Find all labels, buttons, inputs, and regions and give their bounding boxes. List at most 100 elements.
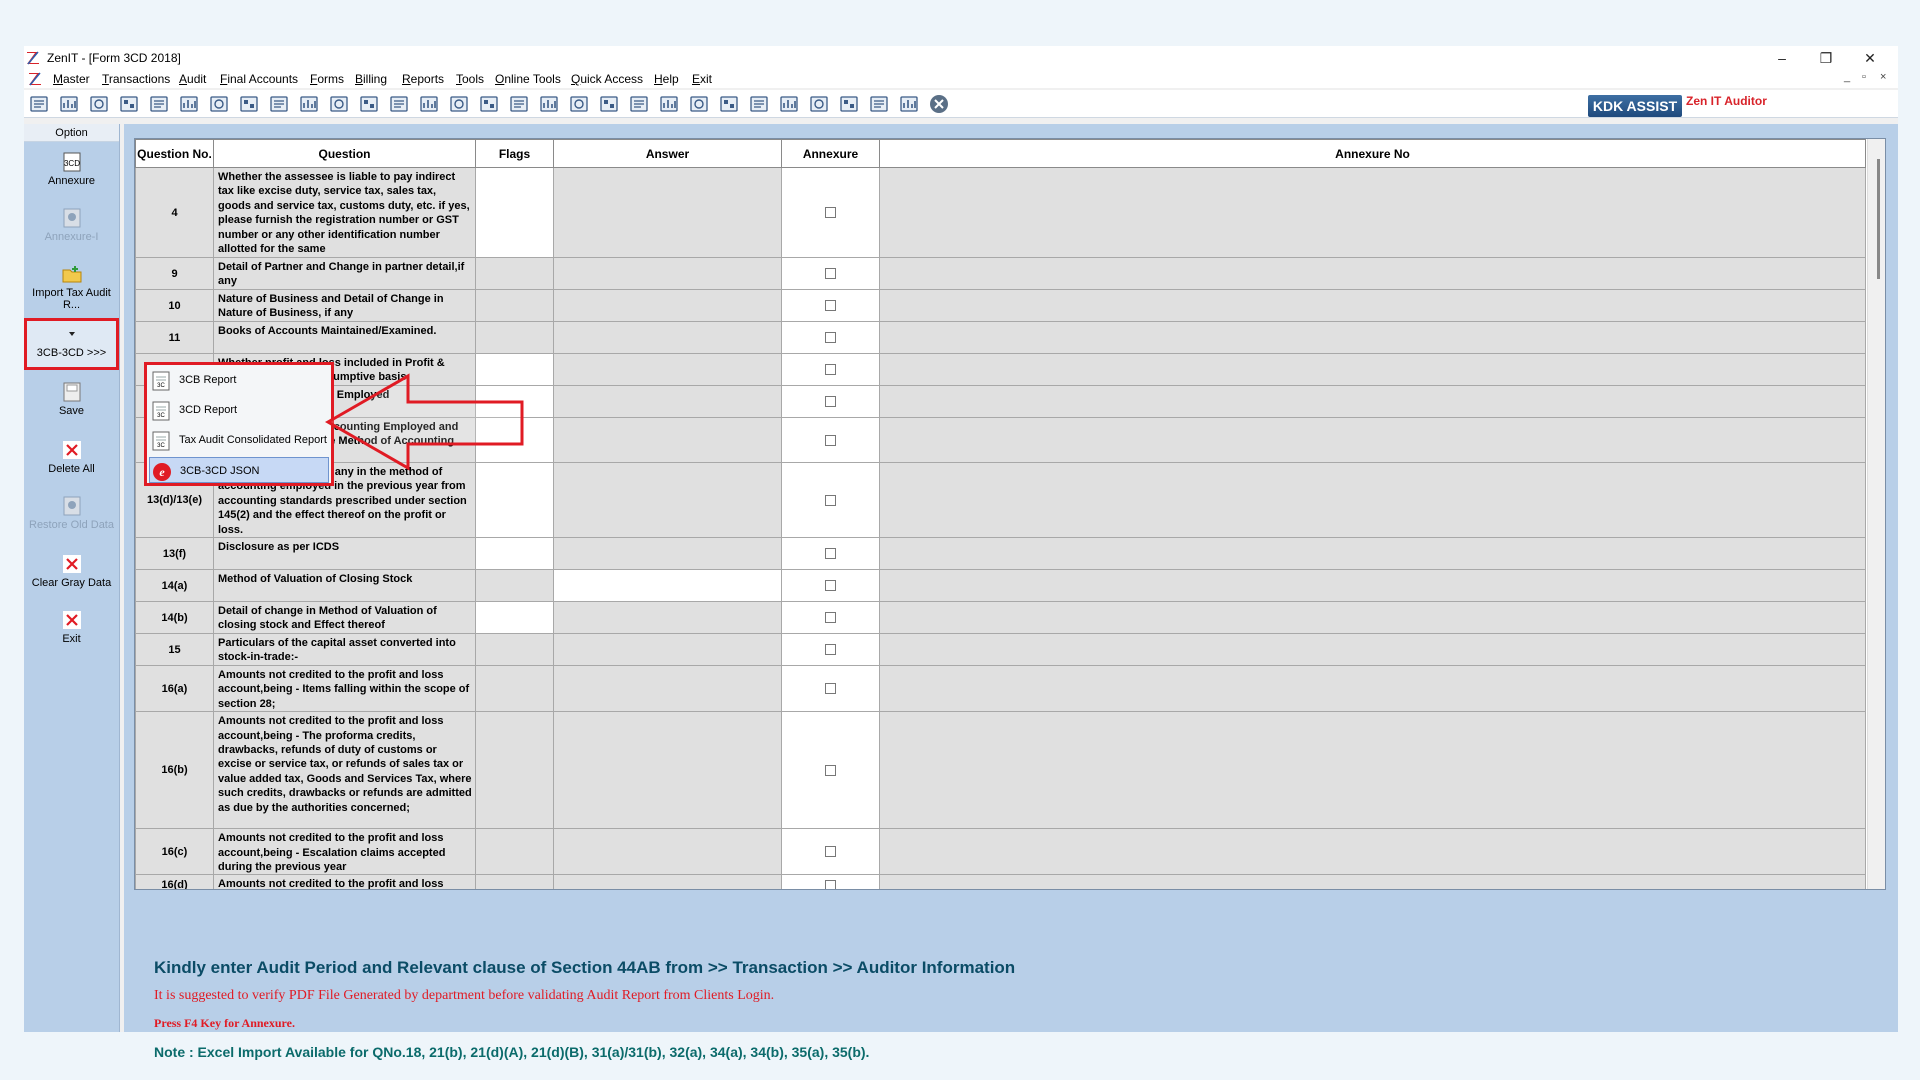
annexure-cell[interactable] xyxy=(781,569,880,603)
table-row[interactable]: 16(d) Amounts not credited to the profit … xyxy=(135,874,1866,889)
flags-cell[interactable] xyxy=(475,537,554,571)
sidebar-button-8[interactable]: Clear Gray Data xyxy=(24,548,119,600)
table-row[interactable]: 14(a) Method of Valuation of Closing Stoc… xyxy=(135,569,1866,603)
sidebar-button-3[interactable]: Import Tax Audit R... xyxy=(24,258,119,311)
annexure-no-cell[interactable] xyxy=(879,874,1866,889)
toolbar-icon-8[interactable] xyxy=(239,94,259,114)
annexure-cell[interactable] xyxy=(781,385,880,418)
flags-cell[interactable] xyxy=(475,601,554,635)
answer-cell[interactable] xyxy=(553,665,782,713)
toolbar-icon-11[interactable] xyxy=(329,94,349,114)
menu-help[interactable]: Help xyxy=(654,72,679,86)
answer-cell[interactable] xyxy=(553,711,782,830)
answer-cell[interactable] xyxy=(553,289,782,322)
table-row[interactable]: 9 Detail of Partner and Change in partner… xyxy=(135,257,1866,290)
flags-cell[interactable] xyxy=(475,665,554,713)
answer-cell[interactable] xyxy=(553,633,782,667)
annexure-no-cell[interactable] xyxy=(879,385,1866,418)
grid-vertical-scrollbar[interactable] xyxy=(1867,139,1885,889)
annexure-checkbox[interactable] xyxy=(825,764,836,776)
annexure-checkbox[interactable] xyxy=(825,612,836,624)
answer-cell[interactable] xyxy=(553,257,782,290)
menu-online-tools[interactable]: Online Tools xyxy=(495,72,561,86)
menu-forms[interactable]: Forms xyxy=(310,72,344,86)
annexure-checkbox[interactable] xyxy=(825,300,836,312)
annexure-checkbox[interactable] xyxy=(825,879,836,889)
answer-cell[interactable] xyxy=(553,385,782,418)
annexure-cell[interactable] xyxy=(781,874,880,889)
annexure-no-cell[interactable] xyxy=(879,537,1866,571)
answer-cell[interactable] xyxy=(553,353,782,386)
annexure-checkbox[interactable] xyxy=(825,494,836,506)
toolbar-icon-5[interactable] xyxy=(149,94,169,114)
flags-cell[interactable] xyxy=(475,711,554,830)
flags-cell[interactable] xyxy=(475,569,554,603)
annexure-checkbox[interactable] xyxy=(825,268,836,280)
table-row[interactable]: 10 Nature of Business and Detail of Chang… xyxy=(135,289,1866,322)
mdi-close-button[interactable]: × xyxy=(1880,71,1886,83)
scrollbar-thumb[interactable] xyxy=(1877,159,1880,279)
annexure-cell[interactable] xyxy=(781,167,880,258)
answer-cell[interactable] xyxy=(553,601,782,635)
annexure-checkbox[interactable] xyxy=(825,364,836,376)
annexure-cell[interactable] xyxy=(781,828,880,876)
popup-item-4[interactable]: e 3CB-3CD JSON xyxy=(149,457,329,483)
toolbar-icon-26[interactable] xyxy=(779,94,799,114)
annexure-no-cell[interactable] xyxy=(879,461,1866,539)
sidebar-button-4[interactable]: 3CB-3CD >>> xyxy=(24,318,119,370)
toolbar-icon-14[interactable] xyxy=(419,94,439,114)
toolbar-icon-12[interactable] xyxy=(359,94,379,114)
annexure-no-cell[interactable] xyxy=(879,569,1866,603)
annexure-checkbox[interactable] xyxy=(825,580,836,592)
toolbar-icon-28[interactable] xyxy=(839,94,859,114)
menu-master[interactable]: Master xyxy=(53,72,90,86)
flags-cell[interactable] xyxy=(475,874,554,889)
popup-item-1[interactable]: 3C 3CB Report xyxy=(149,367,329,393)
close-button[interactable]: ✕ xyxy=(1858,48,1882,68)
flags-cell[interactable] xyxy=(475,828,554,876)
toolbar-icon-15[interactable] xyxy=(449,94,469,114)
toolbar-icon-2[interactable] xyxy=(59,94,79,114)
menu-final-accounts[interactable]: Final Accounts xyxy=(220,72,298,86)
annexure-cell[interactable] xyxy=(781,417,880,463)
restore-button[interactable]: ❐ xyxy=(1814,48,1838,68)
sidebar-button-5[interactable]: Save xyxy=(24,376,119,428)
annexure-cell[interactable] xyxy=(781,633,880,667)
toolbar-icon-13[interactable] xyxy=(389,94,409,114)
annexure-checkbox[interactable] xyxy=(825,207,836,219)
table-row[interactable]: 16(c) Amounts not credited to the profit … xyxy=(135,828,1866,876)
toolbar-icon-21[interactable] xyxy=(629,94,649,114)
annexure-cell[interactable] xyxy=(781,257,880,290)
toolbar-icon-24[interactable] xyxy=(719,94,739,114)
toolbar-icon-23[interactable] xyxy=(689,94,709,114)
toolbar-icon-17[interactable] xyxy=(509,94,529,114)
answer-cell[interactable] xyxy=(553,828,782,876)
mdi-restore-button[interactable]: ▫ xyxy=(1862,71,1866,83)
toolbar-icon-9[interactable] xyxy=(269,94,289,114)
menu-tools[interactable]: Tools xyxy=(456,72,484,86)
table-row[interactable]: 14(b) Detail of change in Method of Valua… xyxy=(135,601,1866,635)
toolbar-icon-1[interactable] xyxy=(29,94,49,114)
col-question[interactable]: Question xyxy=(213,139,476,168)
flags-cell[interactable] xyxy=(475,289,554,322)
kdk-assist-button[interactable]: KDK ASSIST xyxy=(1588,95,1682,117)
col-answer[interactable]: Answer xyxy=(553,139,782,168)
flags-cell[interactable] xyxy=(475,633,554,667)
toolbar-icon-18[interactable] xyxy=(539,94,559,114)
annexure-no-cell[interactable] xyxy=(879,289,1866,322)
annexure-cell[interactable] xyxy=(781,461,880,539)
annexure-checkbox[interactable] xyxy=(825,434,836,446)
annexure-cell[interactable] xyxy=(781,537,880,571)
toolbar-icon-30[interactable] xyxy=(899,94,919,114)
col-question-no[interactable]: Question No. xyxy=(135,139,214,168)
flags-cell[interactable] xyxy=(475,257,554,290)
toolbar-icon-3[interactable] xyxy=(89,94,109,114)
annexure-checkbox[interactable] xyxy=(825,683,836,695)
sidebar-button-9[interactable]: Exit xyxy=(24,604,119,656)
flags-cell[interactable] xyxy=(475,321,554,354)
toolbar-icon-7[interactable] xyxy=(209,94,229,114)
mdi-minimize-button[interactable]: _ xyxy=(1844,71,1850,83)
annexure-cell[interactable] xyxy=(781,353,880,386)
annexure-no-cell[interactable] xyxy=(879,828,1866,876)
annexure-no-cell[interactable] xyxy=(879,167,1866,258)
